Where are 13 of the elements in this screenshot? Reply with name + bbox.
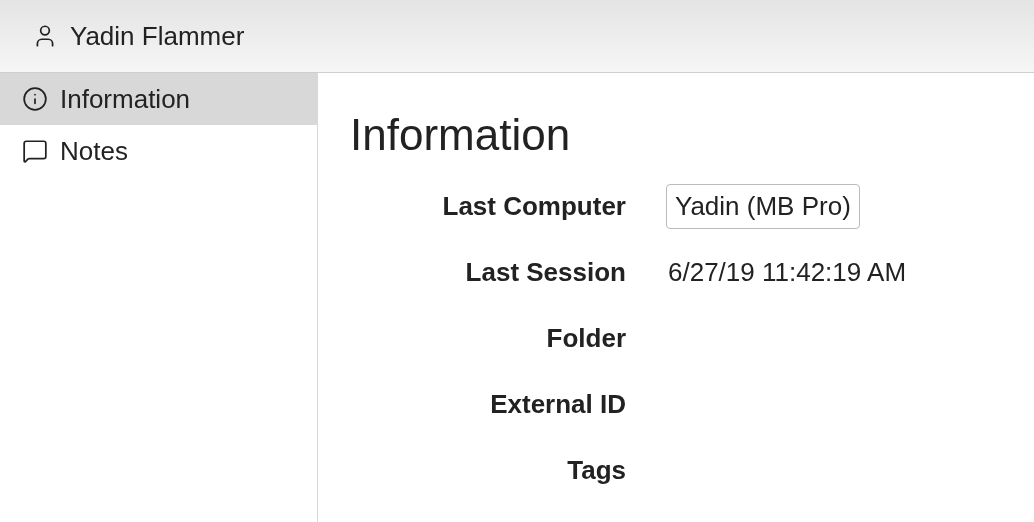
speech-bubble-icon (22, 138, 48, 164)
field-label: Tags (566, 453, 626, 487)
sidebar-item[interactable]: Notes (0, 125, 317, 177)
computer-button[interactable]: Yadin (MB Pro) (666, 183, 860, 229)
field-label: Folder (545, 321, 626, 355)
sidebar-item[interactable]: Information (0, 73, 317, 125)
user-name: Yadin Flammer (70, 19, 245, 53)
field-value: 6/27/19 11:42:19 AM (668, 256, 907, 287)
field-label: Last Computer (441, 189, 626, 223)
field-label: Last Session (464, 255, 626, 289)
page-title: Information (350, 109, 572, 161)
info-icon (22, 86, 48, 112)
field-label: External ID (489, 387, 626, 421)
